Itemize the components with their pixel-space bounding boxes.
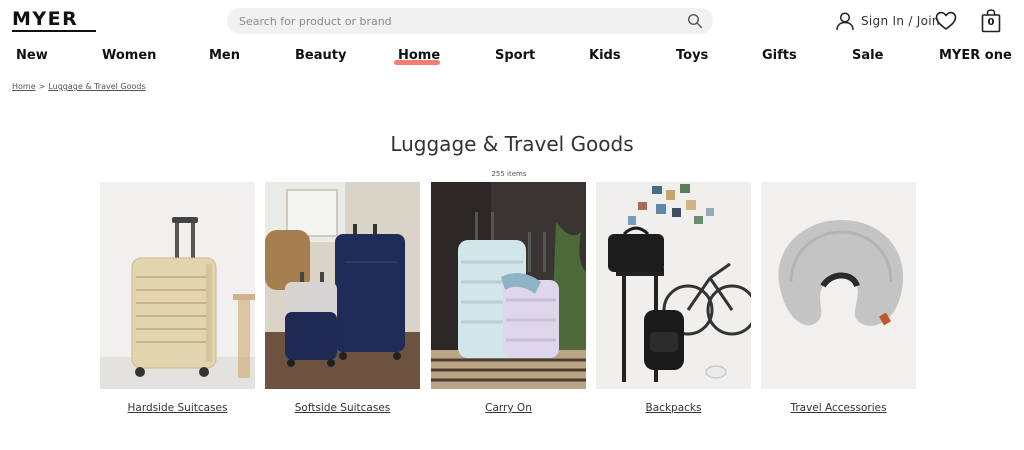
search-icon[interactable] [687, 13, 703, 29]
heart-icon[interactable] [935, 11, 957, 31]
category-tile-softside-suitcases[interactable]: Softside Suitcases [265, 182, 420, 414]
backpacks-image[interactable] [596, 182, 751, 389]
category-tile-backpacks[interactable]: Backpacks [596, 182, 751, 414]
page-title: Luggage & Travel Goods [390, 132, 634, 156]
sign-in-link[interactable]: Sign In / Join [835, 10, 940, 32]
main-nav: New Women Men Beauty Home Sport Kids Toy… [0, 48, 1024, 70]
bag-count: 0 [987, 17, 995, 28]
nav-item-gifts[interactable]: Gifts [762, 48, 797, 63]
category-tile-travel-accessories[interactable]: Travel Accessories [761, 182, 916, 414]
active-nav-indicator [394, 60, 440, 65]
category-label-travel-accessories[interactable]: Travel Accessories [761, 402, 916, 414]
breadcrumb-separator: > [38, 82, 46, 91]
nav-item-men[interactable]: Men [209, 48, 240, 63]
nav-item-myer-one[interactable]: MYER one [939, 48, 1012, 63]
item-count: 255 items [491, 170, 527, 178]
nav-item-new[interactable]: New [16, 48, 48, 63]
logo-underline [12, 30, 96, 32]
nav-item-kids[interactable]: Kids [589, 48, 621, 63]
category-label-backpacks[interactable]: Backpacks [596, 402, 751, 414]
travel-accessories-image[interactable] [761, 182, 916, 389]
logo-text: MYER [12, 8, 79, 30]
category-label-hardside-suitcases[interactable]: Hardside Suitcases [100, 402, 255, 414]
category-label-carry-on[interactable]: Carry On [431, 402, 586, 414]
nav-item-toys[interactable]: Toys [676, 48, 708, 63]
user-icon [836, 12, 854, 31]
category-tile-carry-on[interactable]: Carry On [431, 182, 586, 414]
myer-logo[interactable]: MYER [12, 9, 96, 35]
shopping-bag-button[interactable]: 0 [981, 9, 1001, 33]
breadcrumb-home[interactable]: Home [12, 82, 36, 91]
nav-item-sale[interactable]: Sale [852, 48, 883, 63]
hardside-suitcase-image[interactable] [100, 182, 255, 389]
nav-item-beauty[interactable]: Beauty [295, 48, 346, 63]
category-tile-hardside-suitcases[interactable]: Hardside Suitcases [100, 182, 255, 414]
search-bar [227, 8, 713, 34]
breadcrumb-current[interactable]: Luggage & Travel Goods [48, 82, 145, 91]
category-label-softside-suitcases[interactable]: Softside Suitcases [265, 402, 420, 414]
nav-item-women[interactable]: Women [102, 48, 156, 63]
sign-in-label: Sign In / Join [861, 14, 940, 28]
search-input[interactable] [239, 8, 669, 34]
nav-item-sport[interactable]: Sport [495, 48, 535, 63]
breadcrumb: Home > Luggage & Travel Goods [12, 82, 146, 91]
softside-suitcase-image[interactable] [265, 182, 420, 389]
carry-on-image[interactable] [431, 182, 586, 389]
